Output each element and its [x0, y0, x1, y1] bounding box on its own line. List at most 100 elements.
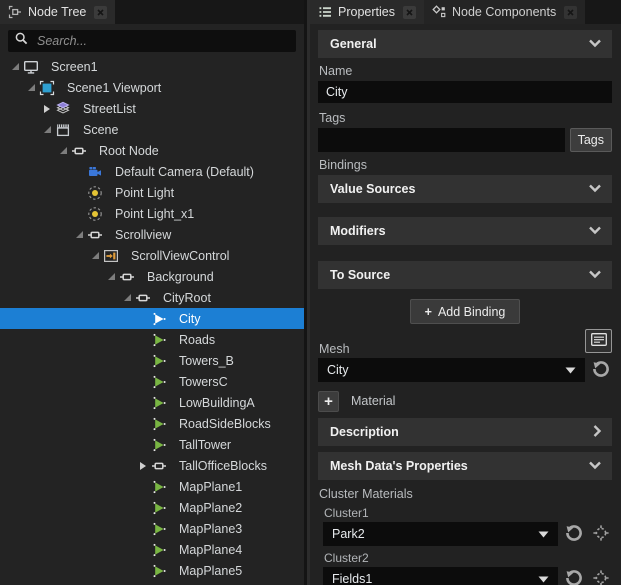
mesh-data-section-header[interactable]: Mesh Data's Properties: [318, 452, 612, 480]
kanzi-studio-window: Node Tree Screen1 Scene1 Viewport StreetLi…: [0, 0, 621, 585]
tree-row-mapplane2[interactable]: MapPlane2: [0, 497, 304, 518]
tree-row-default-camera-default-[interactable]: Default Camera (Default): [0, 161, 304, 182]
cluster1-label: Cluster1: [324, 506, 369, 520]
mesh-panel-button[interactable]: [585, 329, 612, 353]
search-input[interactable]: [35, 33, 289, 49]
properties-list-icon: [318, 5, 332, 19]
node-components-icon: [432, 5, 446, 19]
close-icon[interactable]: [402, 5, 416, 19]
close-icon[interactable]: [564, 5, 578, 19]
expanded-arrow-icon[interactable]: [72, 231, 86, 238]
node-tree-search[interactable]: [8, 30, 296, 52]
tree-node-label: Root Node: [99, 143, 159, 158]
tab-node-components[interactable]: Node Components: [423, 0, 586, 24]
cluster-materials-label: Cluster Materials: [319, 487, 413, 501]
tree-node-label: MapPlane2: [179, 500, 243, 515]
mesh-icon: [150, 542, 168, 558]
tree-row-point-light[interactable]: Point Light: [0, 182, 304, 203]
node-icon: [86, 227, 104, 243]
tree-node-label: CityRoot: [163, 290, 211, 305]
mesh-icon: [150, 500, 168, 516]
bindings-label: Bindings: [319, 158, 367, 172]
dropdown-arrow-icon: [538, 572, 549, 585]
expanded-arrow-icon[interactable]: [24, 84, 38, 91]
tree-row-scrollviewcontrol[interactable]: ScrollViewControl: [0, 245, 304, 266]
tree-row-mapplane1[interactable]: MapPlane1: [0, 476, 304, 497]
tree-row-background[interactable]: Background: [0, 266, 304, 287]
tree-row-streetlist[interactable]: StreetList: [0, 98, 304, 119]
mesh-icon: [150, 521, 168, 537]
revert-arrow-icon: [591, 359, 611, 382]
tree-row-roads[interactable]: Roads: [0, 329, 304, 350]
cluster2-material-dropdown[interactable]: Fields1: [323, 567, 558, 585]
to-source-section-header[interactable]: To Source: [318, 261, 612, 289]
tab-properties[interactable]: Properties: [310, 0, 424, 24]
revert-mesh-button[interactable]: [590, 359, 612, 381]
tree-row-mapplane5[interactable]: MapPlane5: [0, 560, 304, 581]
expanded-arrow-icon[interactable]: [120, 294, 134, 301]
tree-row-scrollview[interactable]: Scrollview: [0, 224, 304, 245]
light-icon: [86, 206, 104, 222]
node-icon: [70, 143, 88, 159]
tree-node-label: MapPlane5: [179, 563, 243, 578]
tree-row-mapplane4[interactable]: MapPlane4: [0, 539, 304, 560]
tree-row-towersc[interactable]: TowersC: [0, 371, 304, 392]
node-tree-panel: Node Tree Screen1 Scene1 Viewport StreetLi…: [0, 0, 304, 585]
tree-node-label: MapPlane3: [179, 521, 243, 536]
cluster2-label: Cluster2: [324, 551, 369, 565]
viewport-icon: [38, 80, 56, 96]
general-section-header[interactable]: General: [318, 30, 612, 58]
tree-row-lowbuildinga[interactable]: LowBuildingA: [0, 392, 304, 413]
expanded-arrow-icon[interactable]: [88, 252, 102, 259]
revert-cluster2-button[interactable]: [563, 568, 585, 585]
tree-node-label: City: [179, 311, 201, 326]
name-field[interactable]: [318, 81, 612, 103]
scene-icon: [54, 122, 72, 138]
tree-row-root-node[interactable]: Root Node: [0, 140, 304, 161]
locate-cluster2-button[interactable]: [590, 568, 612, 585]
value-sources-header-label: Value Sources: [330, 182, 416, 196]
collapsed-arrow-icon[interactable]: [40, 104, 54, 113]
add-material-button[interactable]: +: [318, 390, 339, 412]
tree-row-screen1[interactable]: Screen1: [0, 56, 304, 77]
properties-tabbar: Properties Node Components: [310, 0, 621, 24]
description-section-header[interactable]: Description: [318, 418, 612, 446]
tree-row-towers-b[interactable]: Towers_B: [0, 350, 304, 371]
tree-row-mapplane3[interactable]: MapPlane3: [0, 518, 304, 539]
tree-row-cityroot[interactable]: CityRoot: [0, 287, 304, 308]
locate-cluster1-button[interactable]: [590, 523, 612, 545]
tree-node-label: LowBuildingA: [179, 395, 255, 410]
tree-node-label: Roads: [179, 332, 216, 347]
close-icon[interactable]: [94, 5, 108, 19]
tags-field[interactable]: [318, 128, 565, 152]
expanded-arrow-icon[interactable]: [40, 126, 54, 133]
cluster1-material-dropdown[interactable]: Park2: [323, 522, 558, 546]
tree-row-point-light-x1[interactable]: Point Light_x1: [0, 203, 304, 224]
expanded-arrow-icon[interactable]: [104, 273, 118, 280]
tree-row-tallofficeblocks[interactable]: TallOfficeBlocks: [0, 455, 304, 476]
properties-panel: Properties Node Components General Name …: [310, 0, 621, 585]
mesh-icon: [150, 374, 168, 390]
value-sources-section-header[interactable]: Value Sources: [318, 175, 612, 203]
modifiers-header-label: Modifiers: [330, 224, 386, 238]
tree-row-roadsideblocks[interactable]: RoadSideBlocks: [0, 413, 304, 434]
tree-row-city[interactable]: City: [0, 308, 304, 329]
tab-node-tree[interactable]: Node Tree: [0, 0, 116, 24]
tree-node-label: TallTower: [179, 437, 232, 452]
mesh-icon: [150, 416, 168, 432]
mesh-dropdown[interactable]: City: [318, 358, 585, 382]
dropdown-arrow-icon: [538, 527, 549, 541]
tree-row-scene[interactable]: Scene: [0, 119, 304, 140]
add-binding-button[interactable]: + Add Binding: [409, 299, 521, 324]
tree-row-talltower[interactable]: TallTower: [0, 434, 304, 455]
revert-cluster1-button[interactable]: [563, 523, 585, 545]
crosshair-icon: [592, 524, 610, 545]
tree-row-scene1-viewport[interactable]: Scene1 Viewport: [0, 77, 304, 98]
collapsed-arrow-icon[interactable]: [136, 461, 150, 470]
expanded-arrow-icon[interactable]: [8, 63, 22, 70]
expanded-arrow-icon[interactable]: [56, 147, 70, 154]
tree-node-label: StreetList: [83, 101, 136, 116]
tags-button[interactable]: Tags: [569, 128, 612, 152]
camera-icon: [86, 164, 104, 180]
modifiers-section-header[interactable]: Modifiers: [318, 217, 612, 245]
